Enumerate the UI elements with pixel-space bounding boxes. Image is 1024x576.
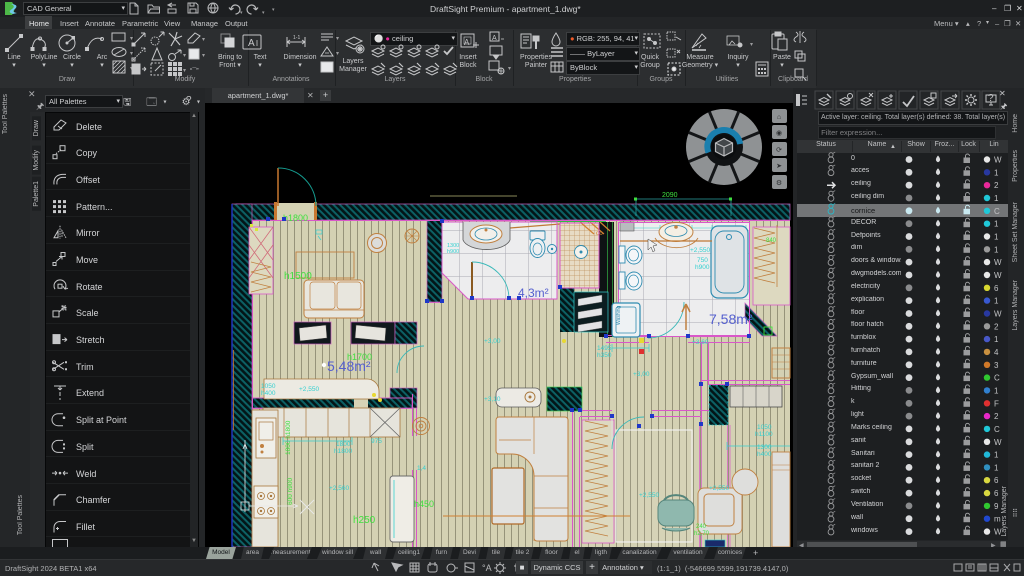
svg-text:1: 1 [994, 297, 999, 306]
svg-text:+3,00: +3,00 [633, 371, 650, 378]
svg-text:h1100: h1100 [755, 431, 773, 438]
svg-text:W: W [994, 310, 1002, 319]
svg-text:+2,560: +2,560 [329, 485, 349, 492]
svg-text:+2,550: +2,550 [709, 485, 729, 492]
svg-text:1050: 1050 [261, 383, 276, 390]
svg-text:1,4: 1,4 [417, 465, 426, 472]
svg-text:2: 2 [994, 412, 999, 421]
svg-text:Washing: Washing [616, 306, 622, 325]
svg-text:1300: 1300 [757, 444, 772, 451]
svg-text:h1800: h1800 [334, 448, 352, 455]
svg-text:h400: h400 [261, 390, 276, 397]
svg-text:W: W [994, 156, 1002, 165]
svg-text:2: 2 [994, 322, 999, 331]
svg-text:C: C [994, 374, 1000, 383]
svg-text:C: C [994, 207, 1000, 216]
svg-text:➤: ➤ [776, 163, 782, 170]
svg-text:2: 2 [994, 181, 999, 190]
svg-text:“¯”: “¯” [190, 67, 199, 75]
svg-text:⚙: ⚙ [776, 179, 782, 187]
svg-text:4,3m²: 4,3m² [518, 286, 549, 300]
svg-text:▾: ▾ [508, 66, 511, 72]
svg-text:+2,550: +2,550 [299, 386, 319, 393]
svg-text:W: W [994, 271, 1002, 280]
svg-text:h400: h400 [757, 451, 772, 458]
svg-text:▾: ▾ [202, 37, 205, 43]
svg-text:1: 1 [994, 335, 999, 344]
svg-text:750: 750 [697, 257, 708, 264]
svg-text:9: 9 [994, 502, 999, 511]
svg-text:1: 1 [994, 220, 999, 229]
svg-text:⌂: ⌂ [777, 114, 781, 121]
svg-text:1: 1 [994, 245, 999, 254]
svg-text:1: 1 [994, 386, 999, 395]
svg-text:+2,550: +2,550 [639, 492, 659, 499]
svg-text:7,58m²: 7,58m² [709, 311, 753, 327]
svg-text:+3,10: +3,10 [484, 396, 501, 403]
svg-text:4: 4 [994, 348, 999, 357]
svg-text:▾: ▾ [336, 51, 339, 57]
svg-text:2090: 2090 [662, 192, 678, 199]
svg-text:⟳: ⟳ [776, 147, 782, 154]
svg-text:▾: ▾ [750, 42, 753, 48]
svg-text:A: A [248, 38, 255, 49]
svg-text:1-1: 1-1 [293, 35, 300, 41]
svg-text:+3,60: +3,60 [692, 339, 709, 346]
svg-text:6: 6 [994, 489, 999, 498]
svg-text:▾: ▾ [240, 10, 243, 15]
svg-text:▾: ▾ [130, 36, 133, 42]
svg-text:1495: 1495 [597, 345, 612, 352]
svg-text:▾: ▾ [183, 68, 186, 74]
svg-text:▾: ▾ [262, 10, 265, 15]
svg-text:1: 1 [994, 233, 999, 242]
svg-text:h250: h250 [353, 515, 376, 526]
svg-text:h2,70: h2,70 [694, 531, 710, 537]
svg-text:240: 240 [696, 524, 707, 530]
svg-text:h1800: h1800 [283, 213, 308, 223]
svg-text:W: W [994, 438, 1002, 447]
svg-text:▾: ▾ [336, 36, 339, 42]
svg-text:1: 1 [994, 194, 999, 203]
svg-text:600 h900: 600 h900 [287, 478, 294, 505]
svg-text:h900: h900 [447, 249, 459, 255]
svg-text:1800 h1800: 1800 h1800 [285, 420, 292, 455]
svg-text:1800: 1800 [336, 441, 351, 448]
svg-text:◉: ◉ [776, 130, 782, 137]
svg-text:▾: ▾ [202, 53, 205, 59]
svg-text:C: C [994, 425, 1000, 434]
svg-text:°A: °A [482, 563, 492, 573]
svg-text:5,48m²: 5,48m² [327, 358, 371, 374]
svg-text:1: 1 [994, 463, 999, 472]
svg-text:1050: 1050 [757, 424, 772, 431]
svg-text:m: m [994, 515, 1001, 524]
svg-text:+3,00: +3,00 [484, 338, 501, 345]
svg-text:6: 6 [994, 284, 999, 293]
svg-text:W: W [994, 258, 1002, 267]
svg-text:▾: ▾ [272, 7, 275, 13]
svg-text:A: A [492, 35, 497, 42]
svg-text:h450: h450 [414, 499, 434, 509]
svg-text:h350: h350 [597, 352, 612, 359]
svg-text:1: 1 [994, 168, 999, 177]
svg-text:840: 840 [766, 238, 777, 244]
svg-text:+2,550: +2,550 [690, 247, 710, 254]
svg-text:A: A [464, 38, 470, 47]
svg-text:h900: h900 [695, 264, 710, 271]
svg-text:oo: oo [596, 231, 603, 237]
svg-text:6: 6 [994, 476, 999, 485]
svg-text:1: 1 [994, 451, 999, 460]
svg-text:3: 3 [994, 361, 999, 370]
svg-text:F: F [994, 399, 999, 408]
svg-text:h1500: h1500 [284, 271, 312, 282]
svg-text:▾: ▾ [183, 53, 186, 59]
svg-text:▾: ▾ [130, 51, 133, 57]
svg-text:975: 975 [371, 438, 382, 445]
